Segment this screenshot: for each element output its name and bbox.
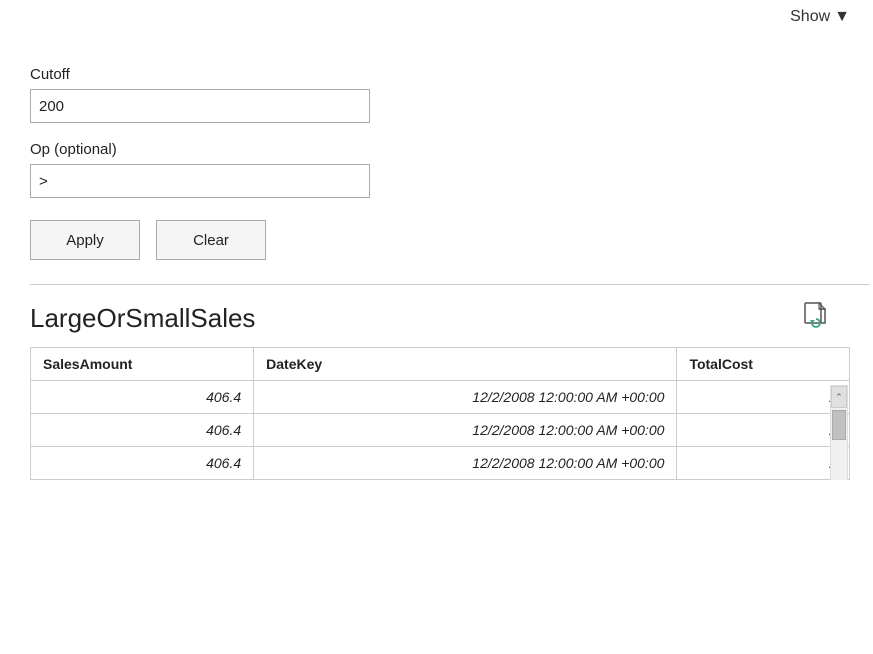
button-row: Apply Clear (30, 220, 870, 260)
refresh-icon[interactable] (802, 301, 830, 335)
op-input[interactable] (30, 164, 370, 198)
cell-date: 12/2/2008 12:00:00 AM +00:00 (254, 447, 677, 480)
data-table-wrapper: SalesAmount DateKey TotalCost 406.4 12/2… (30, 347, 870, 480)
op-label: Op (optional) (30, 141, 870, 158)
table-scrollbar: ⌃ (830, 385, 848, 480)
result-header: LargeOrSmallSales (30, 301, 870, 335)
table-scroll-thumb[interactable] (832, 410, 846, 440)
top-bar: Show ▼ (0, 0, 873, 34)
cell-cost: 2 (677, 414, 850, 447)
cell-cost: 2 (677, 447, 850, 480)
cell-sales: 406.4 (31, 414, 254, 447)
cutoff-input[interactable] (30, 89, 370, 123)
cutoff-label: Cutoff (30, 66, 870, 83)
cell-date: 12/2/2008 12:00:00 AM +00:00 (254, 414, 677, 447)
cell-cost: 2 (677, 381, 850, 414)
table-row: 406.4 12/2/2008 12:00:00 AM +00:00 2 (31, 447, 850, 480)
clear-button[interactable]: Clear (156, 220, 266, 260)
table-row: 406.4 12/2/2008 12:00:00 AM +00:00 2 (31, 381, 850, 414)
cell-date: 12/2/2008 12:00:00 AM +00:00 (254, 381, 677, 414)
col-sales-amount: SalesAmount (31, 348, 254, 381)
col-totalcost: TotalCost (677, 348, 850, 381)
cell-sales: 406.4 (31, 381, 254, 414)
table-row: 406.4 12/2/2008 12:00:00 AM +00:00 2 (31, 414, 850, 447)
section-divider (30, 284, 870, 285)
show-label: Show (790, 8, 830, 26)
data-table: SalesAmount DateKey TotalCost 406.4 12/2… (30, 347, 850, 480)
table-header-row: SalesAmount DateKey TotalCost (31, 348, 850, 381)
result-title: LargeOrSmallSales (30, 303, 255, 334)
col-datekey: DateKey (254, 348, 677, 381)
apply-button[interactable]: Apply (30, 220, 140, 260)
table-scroll-up[interactable]: ⌃ (831, 386, 847, 408)
show-button[interactable]: Show ▼ (790, 8, 850, 26)
cell-sales: 406.4 (31, 447, 254, 480)
show-dropdown-arrow: ▼ (834, 8, 850, 26)
